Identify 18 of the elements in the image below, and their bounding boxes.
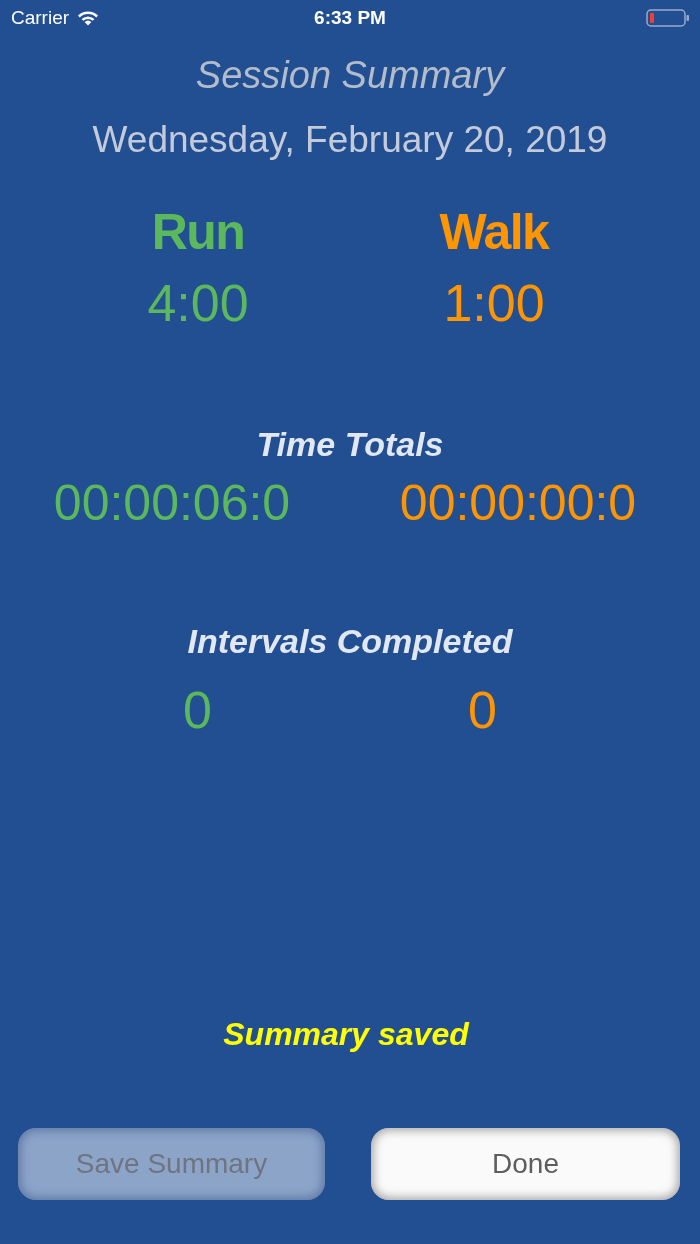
mode-label: Walk bbox=[439, 203, 549, 261]
action-button[interactable]: Done bbox=[371, 1128, 680, 1200]
carrier-label: Carrier bbox=[11, 6, 70, 30]
session-date: Wednesday, February 20, 2019 bbox=[92, 118, 608, 162]
status-message: Summary saved bbox=[223, 1015, 469, 1053]
section-heading: Intervals Completed bbox=[187, 621, 513, 662]
total-time: 00:00:00:0 bbox=[399, 474, 637, 532]
interval-count: 0 bbox=[183, 681, 212, 739]
battery-icon bbox=[646, 8, 690, 28]
mode-label: Run bbox=[151, 203, 245, 261]
interval-count: 0 bbox=[468, 681, 497, 739]
mode-duration: 4:00 bbox=[147, 274, 249, 332]
screen-title: Session Summary bbox=[195, 53, 505, 98]
status-time: 6:33 PM bbox=[314, 6, 386, 30]
mode-duration: 1:00 bbox=[443, 274, 545, 332]
total-time: 00:00:06:0 bbox=[53, 474, 291, 532]
wifi-icon bbox=[77, 10, 100, 26]
section-heading: Time Totals bbox=[256, 424, 444, 465]
